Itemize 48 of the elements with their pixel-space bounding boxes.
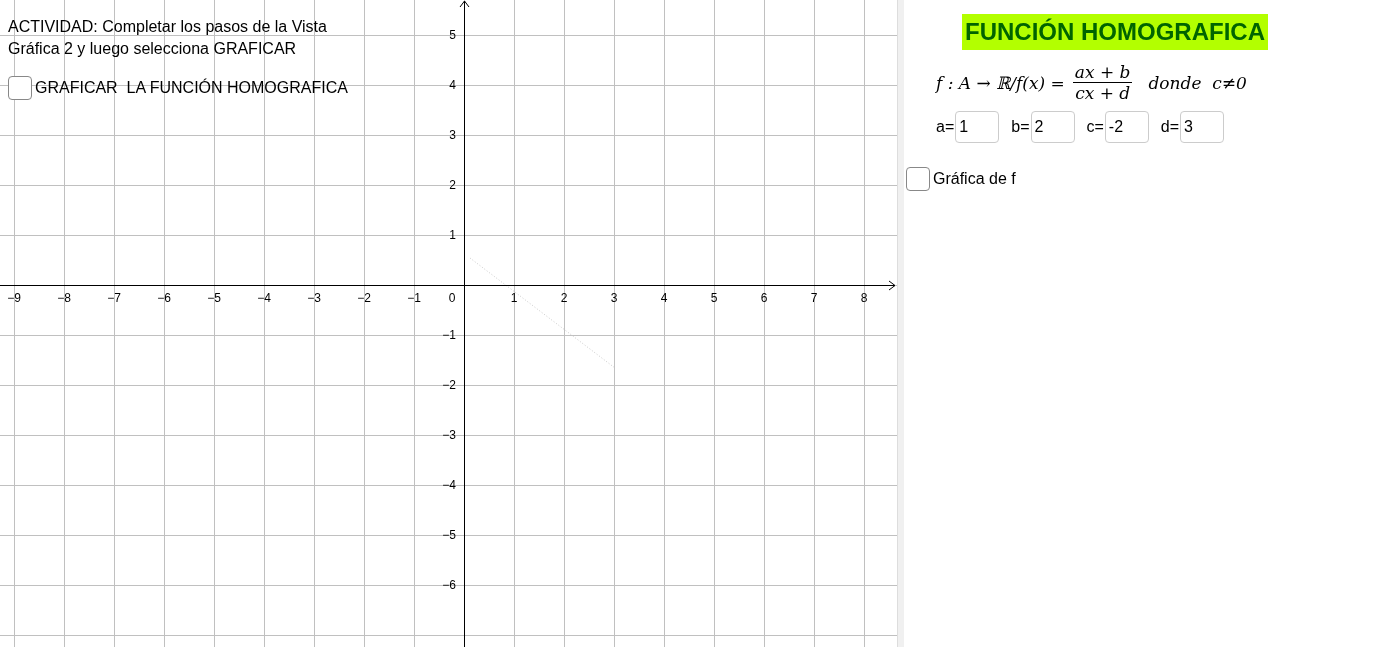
y-tick-label: 2 — [449, 178, 456, 192]
fraction-denominator: cx + d — [1074, 83, 1132, 103]
checkbox[interactable] — [906, 167, 930, 191]
panel-title: FUNCIÓN HOMOGRAFICA — [962, 14, 1268, 50]
x-tick-label: −9 — [7, 291, 21, 305]
input-field[interactable]: 1 — [955, 111, 1000, 143]
x-tick-label: −4 — [257, 291, 271, 305]
checkbox-label: GRAFICAR LA FUNCIÓN HOMOGRAFICA — [35, 79, 348, 97]
y-tick-label: −3 — [442, 428, 456, 442]
input-label: b= — [1011, 118, 1030, 136]
instruction-text: ACTIVIDAD: Completar los pasos de la Vista — [8, 17, 328, 37]
x-tick-label: −7 — [107, 291, 121, 305]
y-tick-label: 5 — [449, 28, 456, 42]
y-tick-label: −1 — [442, 328, 456, 342]
x-tick-label: −6 — [157, 291, 171, 305]
y-tick-label: −5 — [442, 528, 456, 542]
input-label: d= — [1160, 118, 1180, 136]
x-tick-label: 5 — [710, 291, 718, 305]
x-tick-label: 8 — [860, 291, 868, 305]
y-tick-label: −4 — [442, 478, 456, 492]
x-tick-label: −2 — [357, 291, 371, 305]
formula-text: f : A → ℝ/f(x) = — [936, 72, 1065, 93]
origin-label: 0 — [448, 291, 456, 305]
x-tick-label: 6 — [760, 291, 768, 305]
input-label: a= — [936, 118, 955, 136]
y-tick-label: 4 — [449, 78, 456, 92]
y-tick-label: −2 — [442, 378, 456, 392]
x-tick-label: 2 — [560, 291, 568, 305]
y-tick-label: 3 — [449, 128, 456, 142]
input-field[interactable]: -2 — [1104, 111, 1149, 143]
input-label: c= — [1086, 118, 1104, 136]
x-tick-label: −8 — [57, 291, 71, 305]
input-field[interactable]: 2 — [1030, 111, 1075, 143]
x-tick-label: 1 — [510, 291, 518, 305]
x-tick-label: −1 — [407, 291, 421, 305]
x-tick-label: −5 — [207, 291, 221, 305]
instruction-text: Gráfica 2 y luego selecciona GRAFICAR — [8, 39, 298, 59]
formula-condition: donde c≠0 — [1148, 72, 1247, 93]
x-tick-label: −3 — [307, 291, 321, 305]
input-field[interactable]: 3 — [1180, 111, 1225, 143]
x-tick-label: 3 — [610, 291, 618, 305]
checkbox-label: Gráfica de f — [933, 170, 1016, 188]
fraction-numerator: ax + b — [1072, 62, 1133, 83]
x-tick-label: 4 — [660, 291, 668, 305]
checkbox[interactable] — [8, 76, 32, 100]
x-tick-label: 7 — [810, 291, 818, 305]
y-tick-label: 1 — [449, 228, 456, 242]
y-tick-label: −6 — [442, 578, 456, 592]
